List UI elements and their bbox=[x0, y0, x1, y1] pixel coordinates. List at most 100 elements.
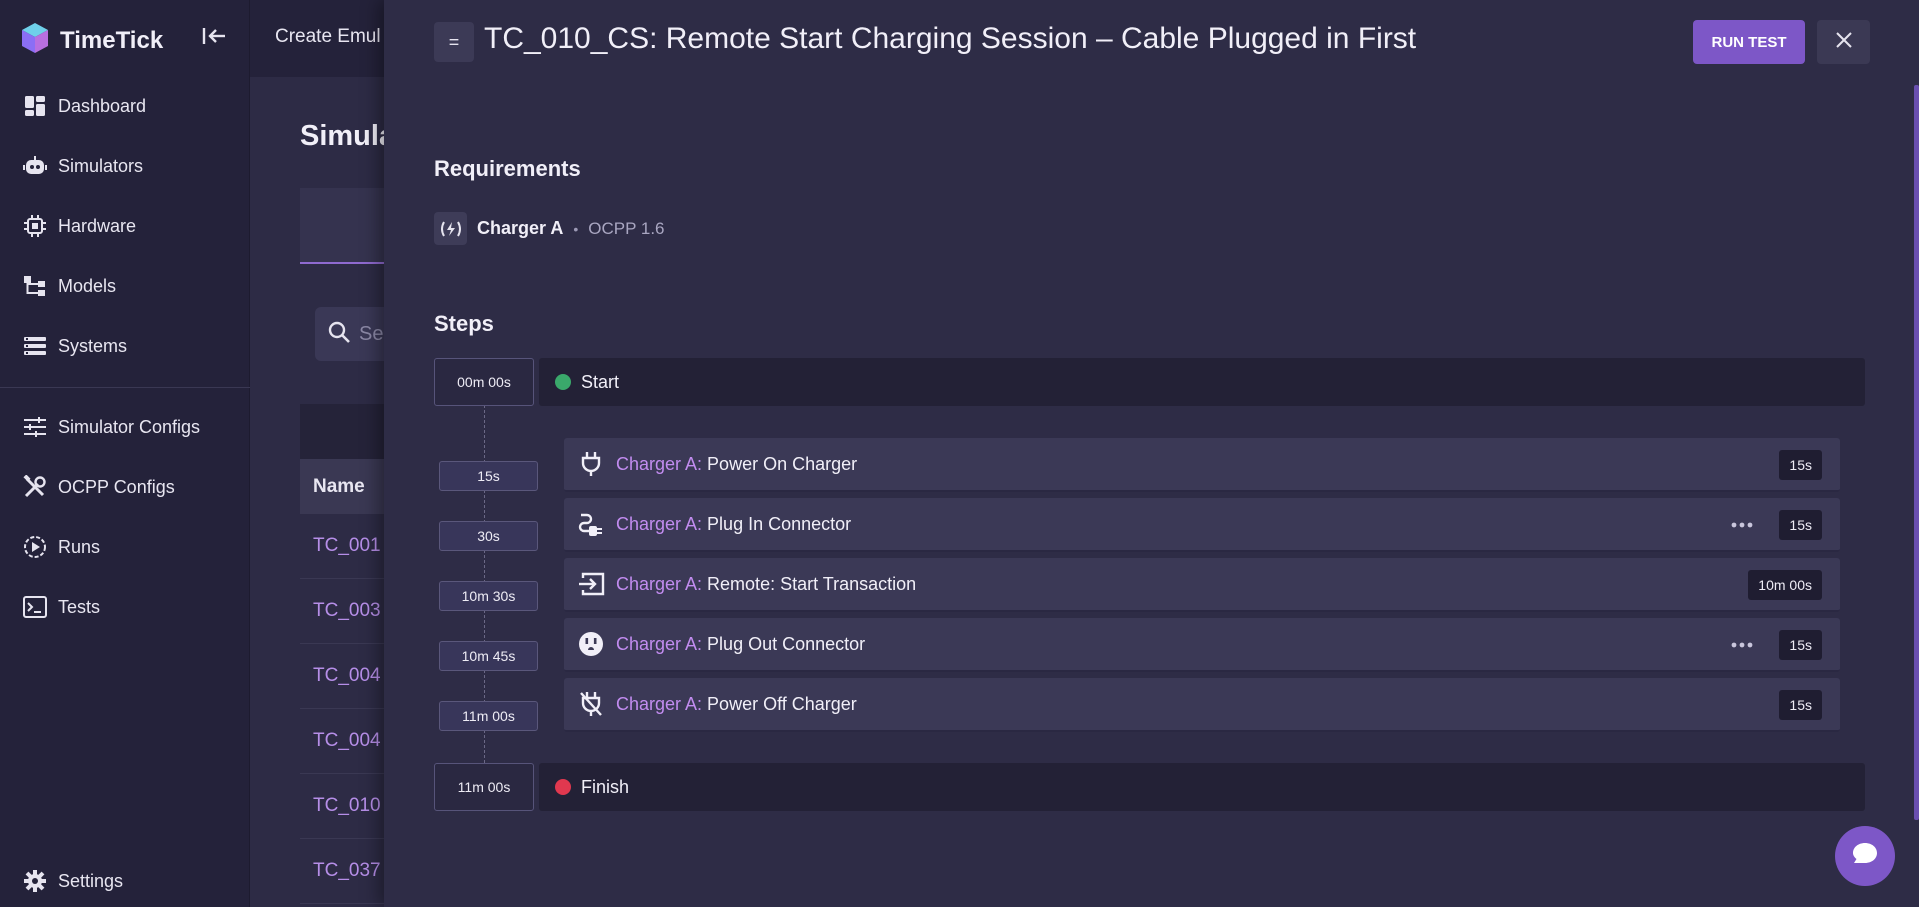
row-link[interactable]: TC_037 bbox=[313, 860, 381, 882]
step-row[interactable]: Charger A: Plug Out Connector 15s bbox=[564, 618, 1840, 672]
step-time-badge: 10m 30s bbox=[439, 581, 538, 611]
more-options-icon[interactable] bbox=[1726, 511, 1758, 539]
dashboard-icon bbox=[22, 93, 48, 119]
column-header: Name bbox=[313, 475, 365, 497]
ev-plug-icon bbox=[576, 509, 606, 539]
step-row[interactable]: Charger A: Power Off Charger 15s bbox=[564, 678, 1840, 732]
step-action: Plug Out Connector bbox=[707, 633, 866, 654]
chat-button[interactable] bbox=[1835, 826, 1895, 886]
step-actor: Charger A: bbox=[616, 693, 703, 714]
more-options-icon[interactable] bbox=[1726, 631, 1758, 659]
terminal-icon bbox=[22, 594, 48, 620]
robot-icon bbox=[22, 153, 48, 179]
sidebar-item-label: Settings bbox=[58, 870, 124, 891]
sidebar-item-systems[interactable]: Systems bbox=[0, 322, 250, 370]
close-drawer-button[interactable] bbox=[1817, 20, 1870, 64]
row-link[interactable]: TC_010 bbox=[313, 795, 381, 817]
requirement-name: Charger A bbox=[477, 218, 564, 238]
sidebar-item-runs[interactable]: Runs bbox=[0, 523, 250, 571]
sidebar-item-label: Systems bbox=[58, 335, 128, 356]
drag-handle[interactable]: = bbox=[434, 22, 474, 62]
login-arrow-icon bbox=[576, 569, 606, 599]
step-action: Power On Charger bbox=[707, 453, 858, 474]
search-icon bbox=[327, 320, 351, 349]
row-link[interactable]: TC_004 bbox=[313, 665, 381, 687]
sidebar: TimeTick Dashboard Simulators Hardware M… bbox=[0, 0, 250, 907]
step-time-badge: 10m 45s bbox=[439, 641, 538, 671]
step-duration: 15s bbox=[1779, 690, 1822, 720]
gear-icon bbox=[22, 868, 48, 894]
requirement-protocol: OCPP 1.6 bbox=[588, 218, 665, 238]
collapse-left-icon bbox=[201, 26, 227, 51]
start-marker: Start bbox=[539, 358, 1865, 406]
finish-label: Finish bbox=[581, 776, 630, 797]
drawer-scrollbar[interactable] bbox=[1914, 85, 1919, 820]
app-root: TimeTick Dashboard Simulators Hardware M… bbox=[0, 0, 1919, 907]
sidebar-item-settings[interactable]: Settings bbox=[0, 857, 250, 905]
step-actor: Charger A: bbox=[616, 573, 703, 594]
step-time-badge: 15s bbox=[439, 461, 538, 491]
sidebar-item-label: Runs bbox=[58, 536, 101, 557]
page-title: Simula bbox=[300, 120, 396, 152]
step-row[interactable]: Charger A: Power On Charger 15s bbox=[564, 438, 1840, 492]
step-actor: Charger A: bbox=[616, 453, 703, 474]
step-duration: 15s bbox=[1779, 450, 1822, 480]
run-test-button[interactable]: RUN TEST bbox=[1693, 20, 1805, 64]
steps-heading: Steps bbox=[434, 311, 494, 336]
requirements-heading: Requirements bbox=[434, 156, 581, 181]
requirement-item: Charger A • OCPP 1.6 bbox=[434, 212, 665, 245]
search-input[interactable]: Se bbox=[315, 307, 395, 361]
sidebar-item-label: Simulator Configs bbox=[58, 416, 201, 437]
topbar-title: Create Emul bbox=[275, 26, 381, 47]
step-action: Power Off Charger bbox=[707, 693, 857, 714]
step-row[interactable]: Charger A: Plug In Connector 15s bbox=[564, 498, 1840, 552]
sidebar-item-models[interactable]: Models bbox=[0, 262, 250, 310]
step-duration: 15s bbox=[1779, 510, 1822, 540]
play-circle-icon bbox=[22, 534, 48, 560]
sidebar-item-label: Simulators bbox=[58, 155, 144, 176]
start-label: Start bbox=[581, 371, 620, 392]
charger-signal-icon bbox=[434, 212, 467, 245]
step-row[interactable]: Charger A: Remote: Start Transaction 10m… bbox=[564, 558, 1840, 612]
step-time-badge: 11m 00s bbox=[439, 701, 538, 731]
search-placeholder: Se bbox=[359, 322, 384, 345]
step-action: Plug In Connector bbox=[707, 513, 852, 534]
drawer-title: TC_010_CS: Remote Start Charging Session… bbox=[484, 22, 1417, 55]
step-actor: Charger A: bbox=[616, 513, 703, 534]
finish-time-badge: 11m 00s bbox=[434, 763, 534, 811]
brand-name: TimeTick bbox=[60, 26, 164, 54]
list-icon bbox=[22, 333, 48, 359]
model-tree-icon bbox=[22, 273, 48, 299]
sidebar-item-hardware[interactable]: Hardware bbox=[0, 202, 250, 250]
row-link[interactable]: TC_004 bbox=[313, 730, 381, 752]
sidebar-item-dashboard[interactable]: Dashboard bbox=[0, 82, 250, 130]
requirement-separator: • bbox=[573, 220, 579, 237]
plug-off-icon bbox=[576, 689, 606, 719]
step-actor: Charger A: bbox=[616, 633, 703, 654]
step-duration: 15s bbox=[1779, 630, 1822, 660]
step-duration: 10m 00s bbox=[1748, 570, 1822, 600]
sidebar-item-label: Dashboard bbox=[58, 95, 147, 116]
sidebar-item-label: Hardware bbox=[58, 215, 137, 236]
logo-cube-icon bbox=[20, 22, 50, 59]
brand[interactable]: TimeTick bbox=[20, 22, 163, 59]
sidebar-item-ocpp-configs[interactable]: OCPP Configs bbox=[0, 463, 250, 511]
finish-dot-icon bbox=[555, 779, 571, 795]
sidebar-divider bbox=[0, 387, 250, 388]
chat-bubble-icon bbox=[1851, 841, 1879, 872]
sidebar-item-simulators[interactable]: Simulators bbox=[0, 142, 250, 190]
plug-icon bbox=[576, 449, 606, 479]
row-link[interactable]: TC_003 bbox=[313, 600, 381, 622]
sidebar-item-label: OCPP Configs bbox=[58, 476, 175, 497]
row-link[interactable]: TC_001 bbox=[313, 535, 381, 557]
sidebar-item-label: Models bbox=[58, 275, 117, 296]
chip-icon bbox=[22, 213, 48, 239]
collapse-sidebar-button[interactable] bbox=[198, 24, 230, 52]
sliders-icon bbox=[22, 414, 48, 440]
sidebar-item-simulator-configs[interactable]: Simulator Configs bbox=[0, 403, 250, 451]
sidebar-item-tests[interactable]: Tests bbox=[0, 583, 250, 631]
outlet-icon bbox=[576, 629, 606, 659]
step-time-badge: 30s bbox=[439, 521, 538, 551]
close-icon bbox=[1835, 31, 1853, 54]
start-time-badge: 00m 00s bbox=[434, 358, 534, 406]
